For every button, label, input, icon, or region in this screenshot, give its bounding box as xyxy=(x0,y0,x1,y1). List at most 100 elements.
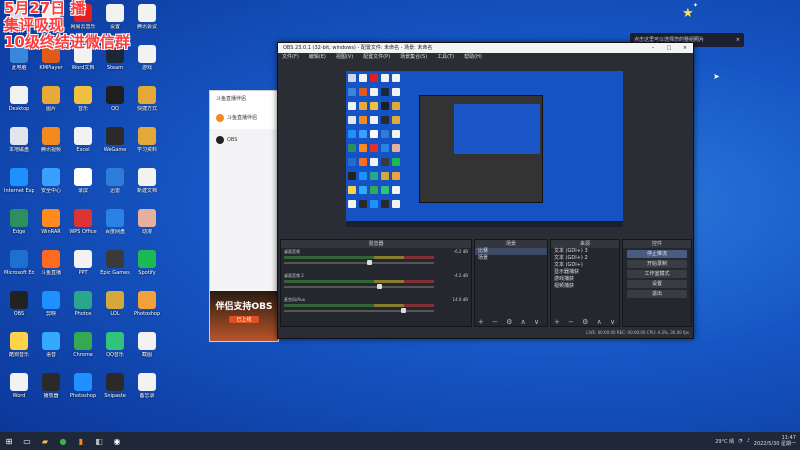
desktop-icon[interactable]: 学习资料 xyxy=(132,127,162,165)
obs-icon[interactable]: ◉ xyxy=(110,434,124,448)
desktop-icon[interactable]: 备忘录 xyxy=(132,373,162,411)
studio-mode-button[interactable]: 工作室模式 xyxy=(627,270,687,278)
panel-item-douyu[interactable]: 斗鱼直播伴侣 xyxy=(210,107,278,129)
close-button[interactable]: × xyxy=(677,43,693,53)
desktop-icon[interactable]: 本地磁盘 xyxy=(4,127,34,165)
menu-scene-collection[interactable]: 场景集合(S) xyxy=(400,53,427,62)
desktop-icon[interactable]: Snipaste xyxy=(100,373,130,411)
volume-meter xyxy=(284,280,434,283)
desktop-icon[interactable]: Edge xyxy=(4,209,34,247)
desktop-icon[interactable]: QQ音乐 xyxy=(100,332,130,370)
desktop-icon[interactable]: OBS xyxy=(4,291,34,329)
weather-widget[interactable]: 29°C 晴 xyxy=(715,438,734,445)
desktop-icon[interactable]: 酷狗音乐 xyxy=(4,332,34,370)
desktop-icon[interactable]: Epic Games xyxy=(100,250,130,288)
settings-button[interactable]: 设置 xyxy=(627,280,687,288)
preview-icon xyxy=(392,144,400,152)
desktop-icon[interactable]: 快捷方式 xyxy=(132,86,162,124)
menu-view[interactable]: 视图(V) xyxy=(336,53,353,62)
source-item[interactable]: 视频捕获 xyxy=(551,283,619,290)
volume-slider[interactable] xyxy=(284,310,434,312)
source-item[interactable]: 文本 (GDI+) 3 xyxy=(551,248,619,255)
desktop-icon[interactable]: Word xyxy=(4,373,34,411)
desktop-icon[interactable]: 新建文档 xyxy=(132,168,162,206)
desktop-icon[interactable]: 百度网盘 xyxy=(100,209,130,247)
task-view-icon[interactable]: ▭ xyxy=(20,434,34,448)
desktop-icon[interactable]: WinRAR xyxy=(36,209,66,247)
desktop-icon[interactable]: 安全中心 xyxy=(36,168,66,206)
desktop-icon[interactable]: WeGame xyxy=(100,127,130,165)
desktop-icon[interactable]: Excel xyxy=(68,127,98,165)
desktop-icon[interactable]: Microsoft Edge xyxy=(4,250,34,288)
app-icon xyxy=(106,86,124,104)
desktop-icon[interactable]: 动漫 xyxy=(132,209,162,247)
douyu-icon[interactable]: ▮ xyxy=(74,434,88,448)
minimize-button[interactable]: – xyxy=(645,43,661,53)
app-icon[interactable]: ◧ xyxy=(92,434,106,448)
menu-file[interactable]: 文件(F) xyxy=(282,53,299,62)
desktop-icon[interactable]: PPT xyxy=(68,250,98,288)
promo-banner[interactable]: 伴侣支持OBS 已上线 xyxy=(210,291,278,341)
menu-help[interactable]: 帮助(H) xyxy=(464,53,482,62)
source-item[interactable]: 显示器捕获 xyxy=(551,269,619,276)
clock[interactable]: 11:47 2022/5/30 星期一 xyxy=(754,435,796,447)
browser-icon[interactable]: ● xyxy=(56,434,70,448)
source-item[interactable]: 游戏捕获 xyxy=(551,276,619,283)
desktop-icon[interactable]: 迅雷 xyxy=(100,168,130,206)
volume-slider[interactable] xyxy=(284,262,434,264)
file-explorer-icon[interactable]: ▰ xyxy=(38,434,52,448)
desktop-icon[interactable]: Photos xyxy=(68,291,98,329)
volume-icon[interactable]: ♪ xyxy=(747,438,750,444)
desktop-icon[interactable]: Desktop xyxy=(4,86,34,124)
banner-button[interactable]: 已上线 xyxy=(229,316,259,323)
obs-titlebar: OBS 23.0.1 (32-bit, windows) - 配置文件: 未命名… xyxy=(278,43,693,53)
desktop-icon[interactable]: 游戏 xyxy=(132,45,162,83)
obs-preview-canvas[interactable] xyxy=(346,71,623,227)
scene-item[interactable]: 场景 xyxy=(475,255,547,262)
desktop-icon-label: 本地磁盘 xyxy=(8,147,29,153)
desktop-icon[interactable]: 录屏 xyxy=(68,168,98,206)
app-icon xyxy=(10,168,28,186)
stop-stream-button[interactable]: 停止推流 xyxy=(627,250,687,258)
menu-edit[interactable]: 编辑(E) xyxy=(309,53,326,62)
desktop-icon[interactable]: 剪映 xyxy=(36,291,66,329)
desktop-icon[interactable]: 图片 xyxy=(36,86,66,124)
desktop-icon[interactable]: Chrome xyxy=(68,332,98,370)
desktop-icon[interactable]: 音乐 xyxy=(68,86,98,124)
desktop-icon[interactable]: 斗鱼直播 xyxy=(36,250,66,288)
scene-item[interactable]: 比赛 xyxy=(475,248,547,255)
desktop-icon[interactable]: WPS Office xyxy=(68,209,98,247)
desktop-icon-label: Photoshop xyxy=(69,393,97,399)
menu-profile[interactable]: 配置文件(P) xyxy=(363,53,390,62)
desktop-icon[interactable]: 腾讯会议 xyxy=(132,4,162,42)
desktop-icon[interactable]: Spotify xyxy=(132,250,162,288)
menu-tools[interactable]: 工具(T) xyxy=(437,53,454,62)
volume-slider-handle[interactable] xyxy=(366,260,372,265)
windows-start-icon[interactable]: ⊞ xyxy=(2,434,16,448)
maximize-button[interactable]: □ xyxy=(661,43,677,53)
desktop-icon[interactable]: QQ xyxy=(100,86,130,124)
scene-toolbar[interactable]: + − ⚙ ∧ ∨ xyxy=(475,318,547,326)
panel-item-obs[interactable]: OBS xyxy=(210,129,278,151)
volume-slider[interactable] xyxy=(284,286,434,288)
volume-slider-handle[interactable] xyxy=(377,284,382,289)
desktop-icon[interactable]: LOL xyxy=(100,291,130,329)
volume-slider-handle[interactable] xyxy=(401,308,406,313)
close-icon[interactable]: × xyxy=(736,33,740,47)
app-icon xyxy=(42,291,60,309)
desktop-icon[interactable]: 播放器 xyxy=(36,373,66,411)
desktop-icon[interactable]: Photoshop xyxy=(132,291,162,329)
start-recording-button[interactable]: 开始录制 xyxy=(627,260,687,268)
exit-button[interactable]: 退出 xyxy=(627,290,687,298)
desktop-icon[interactable]: Internet Explorer xyxy=(4,168,34,206)
desktop-icon[interactable]: 截图 xyxy=(132,332,162,370)
mixer-channel: 桌面音频 -6.2 dB xyxy=(281,248,471,272)
desktop-icon[interactable]: Photoshop xyxy=(68,373,98,411)
source-item[interactable]: 文本 (GDI+) xyxy=(551,262,619,269)
network-icon[interactable]: ◔ xyxy=(738,438,742,444)
source-toolbar[interactable]: + − ⚙ ∧ ∨ xyxy=(551,318,619,326)
desktop-icon-label: Internet Explorer xyxy=(4,188,34,194)
desktop-icon[interactable]: 腾讯视频 xyxy=(36,127,66,165)
source-item[interactable]: 文本 (GDI+) 2 xyxy=(551,255,619,262)
desktop-icon[interactable]: 语音 xyxy=(36,332,66,370)
